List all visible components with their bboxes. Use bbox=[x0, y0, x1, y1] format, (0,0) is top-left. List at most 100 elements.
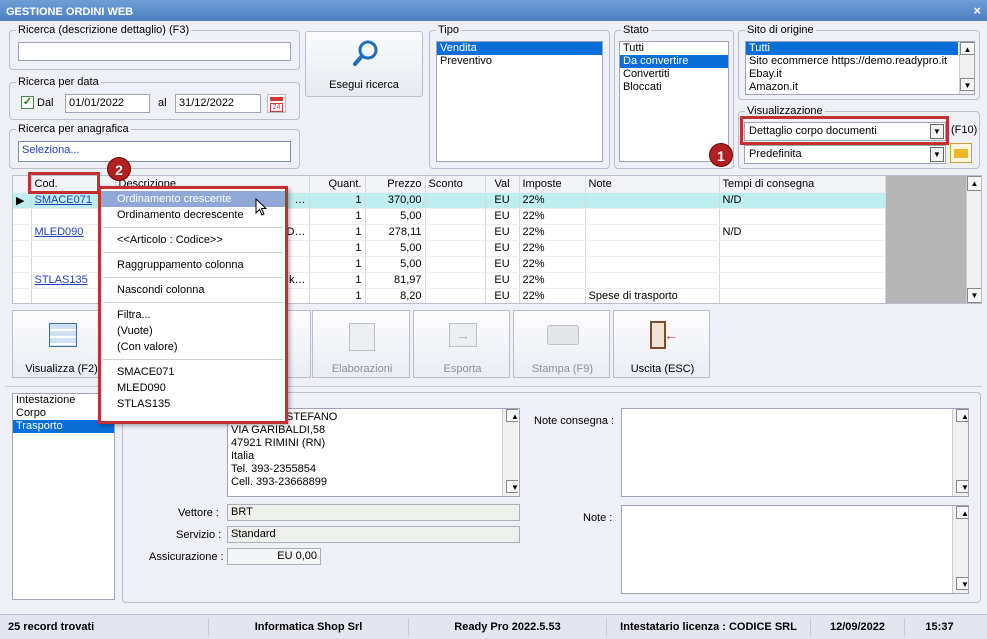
menu-item-column-name[interactable]: <<Articolo : Codice>> bbox=[101, 232, 285, 248]
cell-imposte: 22% bbox=[519, 288, 586, 303]
address-line: 47921 RIMINI (RN) bbox=[231, 437, 326, 449]
note-scrollbar[interactable]: ▲ ▼ bbox=[952, 506, 968, 593]
menu-item-group-column[interactable]: Raggruppamento colonna bbox=[101, 257, 285, 273]
stato-item-convertiti[interactable]: Convertiti bbox=[620, 68, 728, 81]
cell-imposte: 22% bbox=[519, 240, 586, 257]
menu-item-filter-empty[interactable]: (Vuote) bbox=[101, 323, 285, 339]
chevron-down-icon[interactable]: ▼ bbox=[930, 147, 944, 162]
magnifier-icon bbox=[353, 40, 378, 66]
tipo-list[interactable]: Vendita Preventivo bbox=[436, 41, 603, 162]
column-header-imposte[interactable]: Imposte bbox=[519, 176, 586, 193]
scroll-down-icon[interactable]: ▼ bbox=[960, 78, 974, 91]
cell-tempi bbox=[719, 256, 886, 273]
chevron-down-icon[interactable]: ▼ bbox=[930, 124, 944, 139]
cell-sconto bbox=[425, 240, 486, 257]
status-bar: 25 record trovati Informatica Shop Srl R… bbox=[0, 614, 987, 639]
column-header-val[interactable]: Val bbox=[485, 176, 520, 193]
search-input[interactable] bbox=[18, 42, 291, 61]
tipo-item-preventivo[interactable]: Preventivo bbox=[437, 55, 602, 68]
sito-list[interactable]: Tutti Sito ecommerce https://demo.readyp… bbox=[745, 41, 975, 95]
cell-imposte: 22% bbox=[519, 208, 586, 225]
menu-item-filter-with-value[interactable]: (Con valore) bbox=[101, 339, 285, 355]
sito-item-ecommerce[interactable]: Sito ecommerce https://demo.readypro.it bbox=[746, 55, 958, 68]
scroll-down-icon[interactable]: ▼ bbox=[967, 288, 981, 303]
visualizzazione-mode-select[interactable]: Dettaglio corpo documenti ▼ bbox=[744, 122, 946, 141]
sito-item-ebay[interactable]: Ebay.it bbox=[746, 68, 958, 81]
section-tabs-list[interactable]: Intestazione Corpo Trasporto bbox=[12, 393, 115, 600]
cell-val: EU bbox=[485, 288, 520, 303]
scroll-up-icon[interactable]: ▲ bbox=[506, 409, 518, 422]
scroll-up-icon[interactable]: ▲ bbox=[960, 42, 974, 55]
close-icon[interactable]: × bbox=[973, 3, 981, 18]
cell-tempi bbox=[719, 272, 886, 289]
scroll-down-icon[interactable]: ▼ bbox=[506, 480, 518, 493]
note-consegna-scrollbar[interactable]: ▲ ▼ bbox=[952, 409, 968, 496]
grid-scrollbar[interactable]: ▲ ▼ bbox=[966, 176, 981, 303]
al-label: al bbox=[158, 97, 167, 109]
scroll-down-icon[interactable]: ▼ bbox=[956, 480, 968, 493]
stato-item-da-convertire[interactable]: Da convertire bbox=[620, 55, 728, 68]
sito-item-tutti[interactable]: Tutti bbox=[746, 42, 958, 55]
column-header-quant[interactable]: Quant. bbox=[309, 176, 366, 193]
stampa-button[interactable]: Stampa (F9) bbox=[513, 310, 610, 378]
cell-sconto bbox=[425, 224, 486, 241]
elaborazioni-button[interactable]: Elaborazioni bbox=[312, 310, 410, 378]
address-line: VIA GARIBALDI,58 bbox=[231, 424, 326, 436]
scroll-up-icon[interactable]: ▲ bbox=[967, 176, 981, 191]
scroll-up-icon[interactable]: ▲ bbox=[956, 409, 968, 422]
cell-qty: 1 bbox=[309, 272, 366, 289]
sito-scrollbar[interactable]: ▲ ▼ bbox=[959, 42, 974, 94]
cell-sconto bbox=[425, 208, 486, 225]
dal-label: Dal bbox=[37, 97, 54, 109]
note-field[interactable]: ▲ ▼ bbox=[621, 505, 969, 594]
cell-sconto bbox=[425, 288, 486, 303]
sito-item-amazon[interactable]: Amazon.it bbox=[746, 81, 958, 94]
column-header-prezzo[interactable]: Prezzo bbox=[365, 176, 426, 193]
uscita-button[interactable]: ← Uscita (ESC) bbox=[613, 310, 710, 378]
visualizzazione-preset-select[interactable]: Predefinita ▼ bbox=[744, 145, 946, 164]
column-header-note[interactable]: Note bbox=[585, 176, 720, 193]
menu-item-hide-column[interactable]: Nascondi colonna bbox=[101, 282, 285, 298]
anagrafica-select[interactable]: Seleziona... bbox=[18, 141, 291, 162]
stato-item-tutti[interactable]: Tutti bbox=[620, 42, 728, 55]
visualizza-button[interactable]: Visualizza (F2) bbox=[12, 310, 109, 378]
scroll-up-icon[interactable]: ▲ bbox=[956, 506, 968, 519]
cell-note bbox=[585, 192, 720, 209]
search-button-label: Esegui ricerca bbox=[329, 79, 399, 91]
status-version: Ready Pro 2022.5.53 bbox=[408, 618, 606, 637]
assicurazione-field[interactable]: EU 0,00 bbox=[227, 548, 321, 565]
column-header-tempi[interactable]: Tempi di consegna bbox=[719, 176, 886, 193]
esporta-button[interactable]: → Esporta bbox=[413, 310, 510, 378]
cell-note bbox=[585, 240, 720, 257]
folder-icon[interactable] bbox=[950, 143, 972, 163]
column-header-sconto[interactable]: Sconto bbox=[425, 176, 486, 193]
menu-item-filter[interactable]: Filtra... bbox=[101, 307, 285, 323]
gear-icon bbox=[349, 323, 375, 351]
scroll-down-icon[interactable]: ▼ bbox=[956, 577, 968, 590]
search-button[interactable]: Esegui ricerca bbox=[305, 31, 423, 97]
cell-qty: 1 bbox=[309, 224, 366, 241]
stato-item-bloccati[interactable]: Bloccati bbox=[620, 81, 728, 94]
menu-item-value[interactable]: MLED090 bbox=[101, 380, 285, 396]
menu-item-value[interactable]: STLAS135 bbox=[101, 396, 285, 412]
date-checkbox[interactable]: ✓ bbox=[21, 96, 34, 109]
date-from-input[interactable]: 01/01/2022 bbox=[65, 94, 150, 113]
callout-badge-2: 2 bbox=[107, 157, 131, 181]
menu-separator bbox=[103, 302, 283, 303]
note-label: Note : bbox=[583, 512, 613, 524]
note-consegna-field[interactable]: ▲ ▼ bbox=[621, 408, 969, 497]
date-search-label: Ricerca per data bbox=[16, 76, 101, 88]
servizio-field[interactable]: Standard bbox=[227, 526, 520, 543]
stato-list[interactable]: Tutti Da convertire Convertiti Bloccati bbox=[619, 41, 729, 162]
cell-tempi bbox=[719, 240, 886, 257]
menu-item-value[interactable]: SMACE071 bbox=[101, 364, 285, 380]
cell-price: 370,00 bbox=[365, 192, 426, 209]
date-to-input[interactable]: 31/12/2022 bbox=[175, 94, 261, 113]
cell-val: EU bbox=[485, 256, 520, 273]
calendar-icon[interactable]: 24 bbox=[267, 94, 286, 113]
cell-imposte: 22% bbox=[519, 256, 586, 273]
tipo-item-vendita[interactable]: Vendita bbox=[437, 42, 602, 55]
address-scrollbar[interactable]: ▲ ▼ bbox=[502, 409, 518, 496]
cell-note: Spese di trasporto bbox=[585, 288, 720, 303]
vettore-field[interactable]: BRT bbox=[227, 504, 520, 521]
